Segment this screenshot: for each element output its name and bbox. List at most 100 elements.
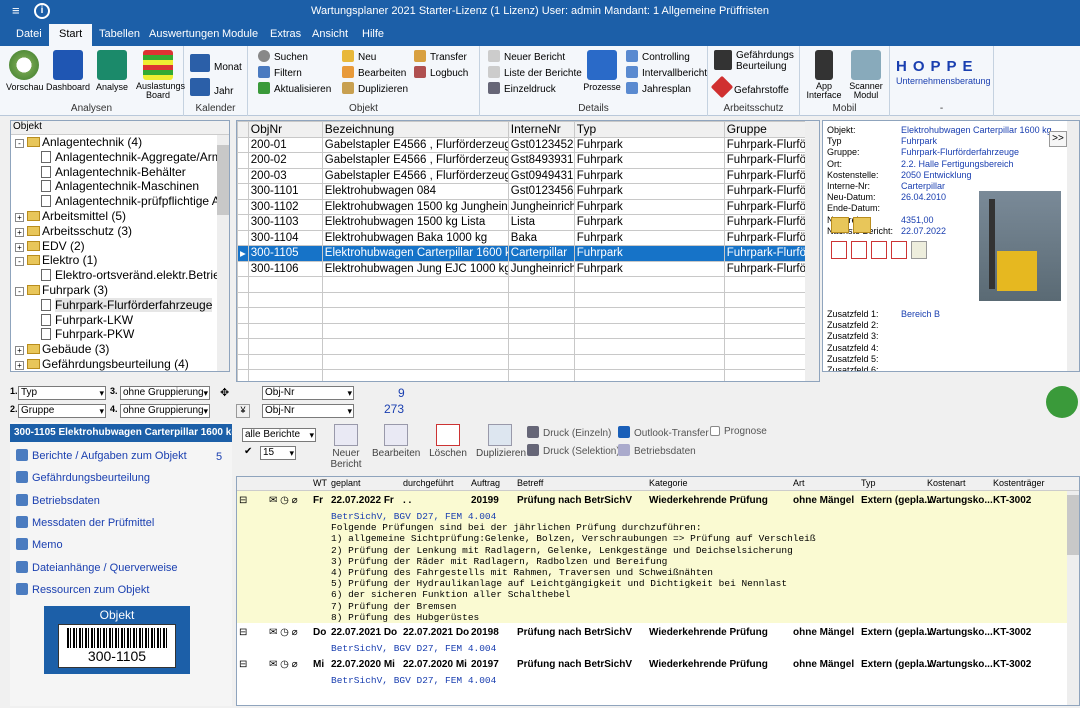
table-row[interactable]: 200-03 Gabelstapler E4566 , Flurförderzeu… (237, 167, 811, 184)
expand-icon[interactable]: + (15, 361, 24, 370)
report-checkbox[interactable]: ✔ (244, 446, 252, 457)
tree-leaf[interactable]: Anlagentechnik-Aggregate/Armatu (41, 150, 229, 164)
collapse-icon[interactable]: ¥ (236, 404, 250, 418)
gefaehrdungsbeurteilung-button[interactable]: Gefährdungs Beurteilung (714, 50, 794, 72)
tree-leaf[interactable]: Anlagentechnik-Behälter (41, 165, 186, 179)
betriebsdaten-button[interactable]: Betriebsdaten (618, 444, 696, 457)
suchen-button[interactable]: Suchen (258, 50, 308, 63)
menu-hilfe[interactable]: Hilfe (362, 28, 384, 40)
pdf-icon[interactable] (871, 241, 887, 259)
druck-einzeln-button[interactable]: Druck (Einzeln) (527, 426, 611, 439)
expand-icon[interactable]: - (15, 139, 24, 148)
reports-scrollbar[interactable] (1067, 491, 1079, 705)
mail-icon[interactable]: ✉ ◷ ⌀ (269, 495, 298, 506)
duplizieren-tool[interactable]: Duplizieren (476, 424, 526, 459)
neu-button[interactable]: Neu (342, 50, 376, 63)
prozesse-button[interactable]: Prozesse (582, 50, 622, 92)
table-row[interactable]: 300-1102 Elektrohubwagen 1500 kg Junghein… (237, 198, 811, 215)
group1-select[interactable]: Typ (18, 386, 106, 400)
document-icon[interactable] (911, 241, 927, 259)
loeschen-tool[interactable]: Löschen (428, 424, 468, 459)
expand-icon[interactable]: + (15, 242, 24, 252)
report-filter-select[interactable]: alle Berichte (242, 428, 316, 442)
prognose-checkbox[interactable]: Prognose (710, 426, 767, 437)
menu-extras[interactable]: Extras (270, 28, 301, 40)
bearbeiten-button[interactable]: Bearbeiten (342, 66, 406, 79)
jahr-button[interactable]: Jahr (190, 78, 233, 97)
filtern-button[interactable]: Filtern (258, 66, 302, 79)
outlook-transfer-button[interactable]: Outlook-Transfer (618, 426, 709, 439)
sidebar-item[interactable]: Gefährdungsbeurteilung (16, 471, 226, 489)
table-row[interactable]: 200-01 Gabelstapler E4566 , Flurförderzeu… (237, 136, 811, 153)
dashboard-button[interactable]: Dashboard (46, 50, 90, 92)
folder-icon[interactable] (853, 217, 871, 233)
bearbeiten-tool[interactable]: Bearbeiten (372, 424, 420, 459)
menu-module[interactable]: Module (222, 28, 258, 40)
menu-lines-icon[interactable]: ≡ (12, 3, 20, 19)
scanner-modul-button[interactable]: Scanner Modul (846, 50, 886, 100)
report-qty-stepper[interactable]: 15 (260, 446, 296, 460)
liste-berichte-button[interactable]: Liste der Berichte (488, 66, 582, 79)
auslastungsboard-button[interactable]: Auslastungs Board (136, 50, 185, 100)
table-row[interactable]: 300-1106 Elektrohubwagen Jung EJC 1000 kg… (237, 260, 811, 277)
expand-icon[interactable]: - (15, 287, 24, 296)
folder-icon[interactable] (831, 217, 849, 233)
report-column-header[interactable]: WT (313, 478, 327, 488)
tree-folder[interactable]: + Arbeitsschutz (3) (15, 224, 132, 238)
tree-folder[interactable]: - Elektro (1) (15, 253, 97, 267)
vorschau-button[interactable]: Vorschau (6, 50, 44, 92)
report-column-header[interactable]: Art (793, 478, 805, 488)
report-column-header[interactable]: Auftrag (471, 478, 500, 488)
expand-icon[interactable]: + (15, 227, 24, 237)
tree-folder[interactable]: - Fuhrpark (3) (15, 283, 108, 297)
gefahrstoffe-button[interactable]: Gefahrstoffe (710, 75, 789, 99)
group2-select[interactable]: Gruppe (18, 404, 106, 418)
tree-folder[interactable]: + EDV (2) (15, 239, 85, 253)
intervallbericht-button[interactable]: Intervallbericht (626, 66, 707, 79)
analyse-button[interactable]: Analyse (94, 50, 130, 92)
pdf-icon[interactable] (831, 241, 847, 259)
logbuch-button[interactable]: Logbuch (414, 66, 468, 79)
sidebar-item[interactable]: Ressourcen zum Objekt (16, 582, 226, 601)
column-header[interactable]: Bezeichnung (321, 121, 509, 138)
column-header[interactable]: InterneNr (507, 121, 575, 138)
expand-icon[interactable]: + (15, 346, 24, 356)
tree-folder[interactable]: + Arbeitsmittel (5) (15, 209, 126, 223)
sidebar-item[interactable]: Berichte / Aufgaben zum Objekt (16, 449, 226, 467)
menu-ansicht[interactable]: Ansicht (312, 28, 348, 40)
tree-leaf[interactable]: Fuhrpark-PKW (41, 327, 134, 341)
tree-leaf[interactable]: Anlagentechnik-prüfpflichtige Anla (41, 194, 229, 208)
sort1-select[interactable]: Obj-Nr (262, 386, 354, 400)
more-button[interactable]: >> (1049, 131, 1067, 147)
sidebar-item[interactable]: Messdaten der Prüfmittel (16, 515, 226, 534)
sidebar-item[interactable]: Dateianhänge / Querverweise (16, 560, 226, 579)
collapse-icon[interactable]: ⊟ (239, 627, 247, 638)
pdf-icon[interactable] (851, 241, 867, 259)
tree-leaf[interactable]: Anlagentechnik-Maschinen (41, 179, 199, 193)
tree-leaf[interactable]: Fuhrpark-Flurförderfahrzeuge (41, 297, 213, 312)
report-column-header[interactable]: durchgeführt (403, 478, 454, 488)
tree-folder[interactable]: + Gebäude (3) (15, 342, 109, 356)
tree-leaf[interactable]: Fuhrpark-LKW (41, 313, 133, 327)
tree-folder[interactable]: + Gefährdungsbeurteilung (4) (15, 357, 189, 371)
move-icon[interactable]: ✥ (220, 386, 229, 399)
report-column-header[interactable]: Betreff (517, 478, 543, 488)
column-header[interactable]: Gruppe (723, 121, 811, 138)
menu-datei[interactable]: Datei (16, 28, 42, 40)
user-badge-icon[interactable] (1046, 386, 1078, 418)
pdf-icon[interactable] (891, 241, 907, 259)
controlling-button[interactable]: Controlling (626, 50, 690, 63)
report-column-header[interactable]: Kostenart (927, 478, 966, 488)
tree-folder[interactable]: - Anlagentechnik (4) (15, 135, 142, 149)
menu-start[interactable]: Start (49, 24, 93, 46)
group4-select[interactable]: ohne Gruppierung (120, 404, 210, 418)
einzeldruck-button[interactable]: Einzeldruck (488, 82, 556, 95)
group3-select[interactable]: ohne Gruppierung (120, 386, 210, 400)
transfer-button[interactable]: Transfer (414, 50, 467, 63)
neuer-bericht-button[interactable]: Neuer Bericht (488, 50, 565, 63)
sidebar-item[interactable]: Betriebsdaten (16, 493, 226, 512)
collapse-icon[interactable]: ⊟ (239, 495, 247, 506)
duplizieren-button[interactable]: Duplizieren (342, 82, 408, 95)
collapse-icon[interactable]: ⊟ (239, 659, 247, 670)
monat-button[interactable]: Monat (190, 54, 242, 73)
